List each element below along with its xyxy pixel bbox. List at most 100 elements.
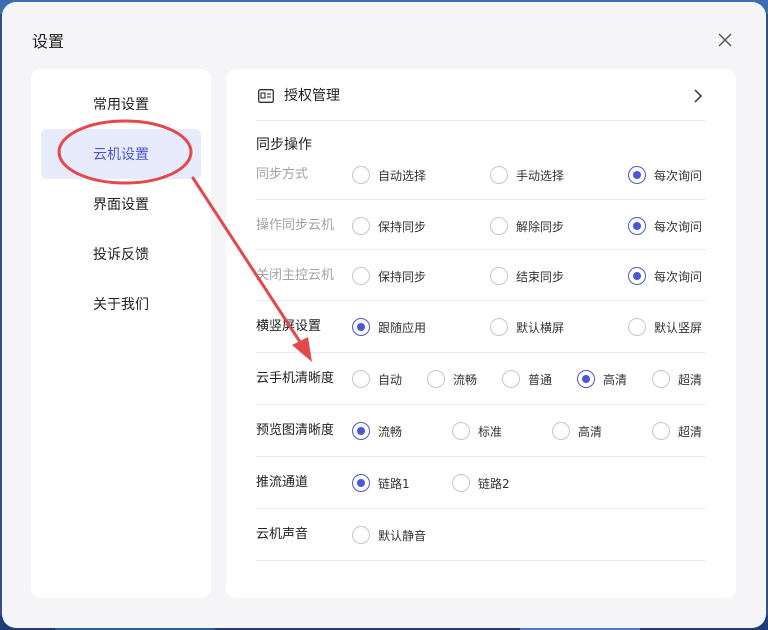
radio-unchecked[interactable]: [628, 318, 646, 336]
radio-option[interactable]: 手动选择: [490, 163, 564, 187]
radio-option[interactable]: 普通: [502, 367, 552, 391]
setting-row-phone-clarity: 云手机清晰度 自动 流畅 普通 高清 超清: [256, 353, 706, 405]
radio-option-label: 标准: [478, 424, 503, 439]
radio-unchecked[interactable]: [352, 166, 370, 184]
radio-option-label: 保持同步: [378, 219, 427, 234]
radio-option[interactable]: 自动: [352, 367, 402, 391]
sidebar-item-feedback[interactable]: 投诉反馈: [41, 229, 201, 279]
setting-label: 同步方式: [256, 167, 309, 182]
radio-option[interactable]: 每次询问: [628, 264, 702, 288]
radio-unchecked[interactable]: [502, 370, 520, 388]
radio-option-label: 保持同步: [378, 269, 427, 284]
radio-checked[interactable]: [577, 370, 595, 388]
settings-dialog: 设置 常用设置 云机设置 界面设置 投诉反馈 关于我们 授权管理 同步操作 同步…: [2, 2, 766, 628]
chevron-right-icon: [694, 89, 703, 103]
settings-sidebar: 常用设置 云机设置 界面设置 投诉反馈 关于我们: [31, 69, 211, 598]
radio-option-label: 自动选择: [378, 168, 427, 183]
radio-unchecked[interactable]: [427, 370, 445, 388]
radio-option[interactable]: 超清: [652, 367, 702, 391]
setting-row-preview-clarity: 预览图清晰度 流畅 标准 高清 超清: [256, 405, 706, 457]
setting-label: 关闭主控云机: [256, 268, 335, 283]
radio-checked[interactable]: [628, 166, 646, 184]
radio-option-label: 每次询问: [654, 168, 703, 183]
setting-label: 操作同步云机: [256, 218, 335, 233]
sidebar-item-common[interactable]: 常用设置: [41, 79, 201, 129]
radio-option[interactable]: 保持同步: [352, 214, 426, 238]
radio-option-label: 跟随应用: [378, 320, 427, 335]
auth-management-label: 授权管理: [284, 88, 340, 104]
radio-checked[interactable]: [352, 474, 370, 492]
radio-option-label: 链路1: [378, 476, 410, 491]
radio-option-label: 普通: [528, 372, 553, 387]
sidebar-item-interface[interactable]: 界面设置: [41, 179, 201, 229]
settings-content: 授权管理 同步操作 同步方式 自动选择 手动选择 每次询问 操作同步云机 保持同步 解除同步…: [226, 69, 736, 598]
radio-unchecked[interactable]: [352, 217, 370, 235]
radio-option[interactable]: 每次询问: [628, 163, 702, 187]
radio-option-label: 流畅: [378, 424, 403, 439]
setting-label: 预览图清晰度: [256, 423, 335, 438]
radio-checked[interactable]: [352, 318, 370, 336]
radio-checked[interactable]: [628, 217, 646, 235]
radio-option[interactable]: 流畅: [352, 419, 402, 443]
radio-option[interactable]: 流畅: [427, 367, 477, 391]
setting-label: 推流通道: [256, 475, 309, 490]
radio-option[interactable]: 结束同步: [490, 264, 564, 288]
radio-unchecked[interactable]: [490, 166, 508, 184]
setting-row-orientation: 横竖屏设置 跟随应用 默认横屏 默认竖屏: [256, 301, 706, 353]
close-button[interactable]: [716, 31, 734, 49]
radio-option-label: 超清: [678, 424, 703, 439]
radio-option-label: 流畅: [453, 372, 478, 387]
radio-option-label: 解除同步: [516, 219, 565, 234]
radio-option-label: 默认静音: [378, 528, 427, 543]
setting-label: 横竖屏设置: [256, 319, 322, 334]
radio-option-label: 手动选择: [516, 168, 565, 183]
radio-option[interactable]: 保持同步: [352, 264, 426, 288]
radio-unchecked[interactable]: [490, 217, 508, 235]
radio-option[interactable]: 链路1: [352, 471, 410, 495]
radio-unchecked[interactable]: [352, 267, 370, 285]
radio-option-label: 默认横屏: [516, 320, 565, 335]
radio-option[interactable]: 每次询问: [628, 214, 702, 238]
radio-option[interactable]: 自动选择: [352, 163, 426, 187]
sidebar-item-about[interactable]: 关于我们: [41, 279, 201, 329]
setting-label: 云机声音: [256, 527, 309, 542]
radio-option[interactable]: 跟随应用: [352, 315, 426, 339]
radio-option-label: 每次询问: [654, 269, 703, 284]
radio-unchecked[interactable]: [552, 422, 570, 440]
radio-option-label: 结束同步: [516, 269, 565, 284]
radio-option[interactable]: 超清: [652, 419, 702, 443]
radio-option[interactable]: 高清: [577, 367, 627, 391]
radio-unchecked[interactable]: [652, 370, 670, 388]
radio-option[interactable]: 标准: [452, 419, 502, 443]
close-icon: [718, 33, 732, 47]
sidebar-item-cloud[interactable]: 云机设置: [41, 129, 201, 179]
radio-option-label: 高清: [578, 424, 603, 439]
radio-checked[interactable]: [628, 267, 646, 285]
radio-unchecked[interactable]: [652, 422, 670, 440]
dialog-title: 设置: [32, 32, 65, 51]
radio-option-label: 链路2: [478, 476, 510, 491]
setting-row-cloud-sound: 云机声音 默认静音: [256, 509, 706, 561]
radio-option[interactable]: 默认静音: [352, 523, 426, 547]
radio-option[interactable]: 高清: [552, 419, 602, 443]
radio-option[interactable]: 默认竖屏: [628, 315, 702, 339]
radio-option[interactable]: 链路2: [452, 471, 510, 495]
radio-option[interactable]: 解除同步: [490, 214, 564, 238]
radio-option[interactable]: 默认横屏: [490, 315, 564, 339]
radio-unchecked[interactable]: [490, 267, 508, 285]
radio-option-label: 高清: [603, 372, 628, 387]
auth-management-row[interactable]: 授权管理: [256, 83, 706, 121]
radio-unchecked[interactable]: [352, 370, 370, 388]
radio-unchecked[interactable]: [352, 526, 370, 544]
radio-checked[interactable]: [352, 422, 370, 440]
setting-row-op-sync-cloud: 操作同步云机 保持同步 解除同步 每次询问: [256, 200, 706, 250]
radio-option-label: 超清: [678, 372, 703, 387]
radio-unchecked[interactable]: [452, 422, 470, 440]
radio-unchecked[interactable]: [452, 474, 470, 492]
setting-row-sync-mode: 同步方式 自动选择 手动选择 每次询问: [256, 149, 706, 200]
radio-option-label: 自动: [378, 372, 403, 387]
radio-unchecked[interactable]: [490, 318, 508, 336]
setting-label: 云手机清晰度: [256, 371, 335, 386]
license-card-icon: [258, 89, 274, 103]
radio-option-label: 每次询问: [654, 219, 703, 234]
